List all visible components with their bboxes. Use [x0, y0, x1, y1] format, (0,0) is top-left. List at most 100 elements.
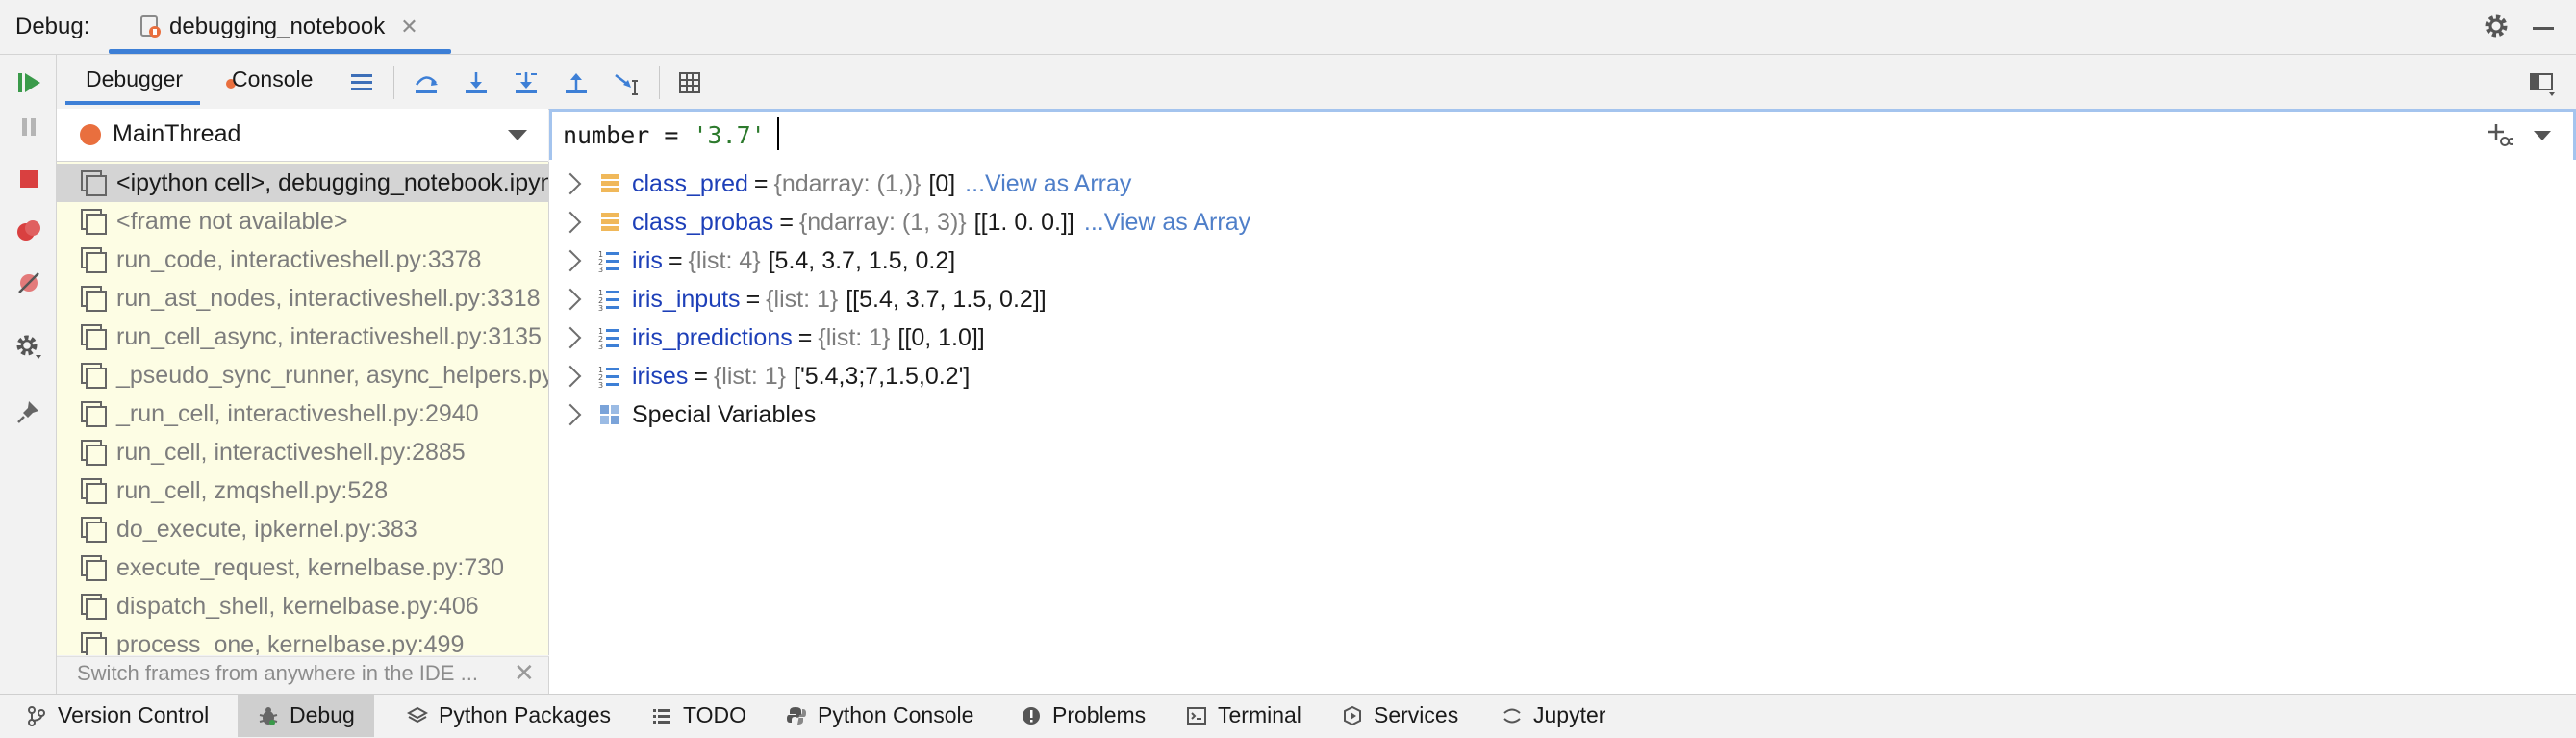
frame-item[interactable]: run_ast_nodes, interactiveshell.py:3318 [57, 279, 548, 318]
frame-item[interactable]: dispatch_shell, kernelbase.py:406 [57, 587, 548, 625]
step-into-icon[interactable] [461, 67, 492, 98]
frame-item[interactable]: process_one, kernelbase.py:499 [57, 625, 548, 655]
view-as-array-link[interactable]: ...View as Array [965, 170, 1131, 198]
frame-item[interactable]: _run_cell, interactiveshell.py:2940 [57, 394, 548, 433]
settings-gear-icon[interactable] [2482, 12, 2511, 40]
chevron-right-icon[interactable] [559, 172, 582, 195]
tab-label: Jupyter [1533, 702, 1606, 727]
tab-jupyter[interactable]: Jupyter [1491, 694, 1615, 737]
list-icon: 123 [597, 364, 622, 389]
frame-icon [78, 631, 107, 655]
chevron-right-icon[interactable] [559, 288, 582, 311]
expression-text[interactable]: number = '3.7' [563, 121, 766, 149]
tab-label: Version Control [58, 702, 210, 727]
variable-name: iris_predictions [632, 323, 793, 351]
chevron-right-icon[interactable] [559, 365, 582, 388]
frame-item[interactable]: run_code, interactiveshell.py:3378 [57, 241, 548, 279]
evaluate-expression-input[interactable] [549, 109, 2576, 163]
frame-icon [78, 323, 107, 350]
python-icon [785, 704, 808, 727]
frame-label: run_ast_nodes, interactiveshell.py:3318 [116, 284, 541, 312]
frame-item[interactable]: do_execute, ipkernel.py:383 [57, 510, 548, 548]
step-out-icon[interactable] [561, 67, 592, 98]
settings-icon[interactable] [14, 332, 43, 361]
frame-item[interactable]: execute_request, kernelbase.py:730 [57, 548, 548, 587]
variable-name: irises [632, 362, 689, 390]
frame-label: execute_request, kernelbase.py:730 [116, 553, 505, 581]
array-icon [597, 210, 622, 235]
evaluate-expression-icon[interactable] [674, 67, 705, 98]
resume-icon[interactable] [14, 68, 43, 97]
list-icon: 123 [597, 287, 622, 312]
close-icon[interactable]: ✕ [400, 14, 417, 39]
variable-type: {list: 1} [713, 362, 787, 390]
frame-item[interactable]: run_cell_async, interactiveshell.py:3135 [57, 318, 548, 356]
services-icon [1341, 704, 1364, 727]
frame-item[interactable]: <ipython cell>, debugging_notebook.ipynb [57, 164, 548, 202]
list-icon: 123 [597, 325, 622, 350]
left-debug-toolbar [0, 55, 57, 694]
chevron-right-icon[interactable] [559, 326, 582, 349]
minimize-icon[interactable] [2533, 27, 2554, 30]
chevron-down-icon[interactable] [508, 130, 527, 140]
tab-python-console[interactable]: Python Console [775, 694, 983, 737]
close-icon[interactable]: ✕ [514, 658, 535, 688]
chevron-down-icon[interactable] [2534, 131, 2551, 140]
frame-item[interactable]: <frame not available> [57, 202, 548, 241]
show-execution-point-icon[interactable] [346, 67, 377, 98]
view-breakpoints-icon[interactable] [14, 216, 43, 245]
tab-todo[interactable]: TODO [641, 694, 756, 737]
text-caret [777, 117, 779, 150]
special-variables-row[interactable]: Special Variables [549, 395, 816, 434]
frame-label: dispatch_shell, kernelbase.py:406 [116, 592, 479, 620]
variable-row[interactable]: 123 iris_predictions = {list: 1} [[0, 1.0]] [549, 318, 985, 357]
frame-label: run_cell_async, interactiveshell.py:3135 [116, 322, 542, 350]
frame-item[interactable]: _pseudo_sync_runner, async_helpers.py:78 [57, 356, 548, 394]
tab-debugger[interactable]: Debugger [86, 66, 183, 92]
svg-text:3: 3 [598, 304, 603, 312]
tab-problems[interactable]: Problems [1010, 694, 1155, 737]
tab-console[interactable]: Console [226, 66, 313, 92]
frame-item[interactable]: run_cell, interactiveshell.py:2885 [57, 433, 548, 471]
tab-terminal[interactable]: Terminal [1175, 694, 1311, 737]
thread-status-icon [80, 124, 101, 145]
array-icon [597, 171, 622, 196]
frame-label: do_execute, ipkernel.py:383 [116, 515, 417, 543]
frame-icon [78, 285, 107, 312]
stop-icon[interactable] [14, 165, 43, 193]
tab-python-packages[interactable]: Python Packages [396, 694, 620, 737]
step-into-my-code-icon[interactable] [511, 67, 542, 98]
debug-session-tab[interactable]: debugging_notebook ✕ [106, 0, 440, 54]
notebook-debug-icon [139, 14, 164, 39]
variable-equals: = [668, 246, 683, 274]
variable-type: {list: 4} [688, 246, 761, 274]
chevron-right-icon[interactable] [559, 403, 582, 426]
variable-row[interactable]: class_pred = {ndarray: (1,)} [0] ...View as … [549, 165, 1131, 203]
variable-row[interactable]: class_probas = {ndarray: (1, 3)} [[1. 0. 0.… [549, 203, 1250, 242]
variable-row[interactable]: 123 iris_inputs = {list: 1} [[5.4, 3.7, 1.5… [549, 280, 1047, 318]
variable-type: {list: 1} [766, 285, 839, 313]
mute-breakpoints-icon[interactable] [14, 268, 43, 297]
variable-row[interactable]: 123 irises = {list: 1} ['5.4,3;7,1.5,0.2'] [549, 357, 970, 395]
tab-services[interactable]: Services [1331, 694, 1468, 737]
frames-hint-text: Switch frames from anywhere in the IDE .… [77, 661, 478, 685]
layout-settings-icon[interactable] [2527, 67, 2558, 98]
tab-debug[interactable]: Debug [238, 694, 374, 737]
variable-name: class_probas [632, 208, 774, 236]
chevron-right-icon[interactable] [559, 211, 582, 234]
svg-text:3: 3 [598, 266, 603, 273]
variable-name: class_pred [632, 169, 748, 197]
thread-name: MainThread [113, 120, 241, 147]
pin-icon[interactable] [14, 397, 43, 426]
step-over-icon[interactable] [411, 67, 442, 98]
branch-icon [25, 704, 48, 727]
frame-label: run_code, interactiveshell.py:3378 [116, 245, 482, 273]
add-to-watches-icon[interactable] [2485, 120, 2513, 149]
chevron-right-icon[interactable] [559, 249, 582, 272]
variable-row[interactable]: 123 iris = {list: 4} [5.4, 3.7, 1.5, 0.2] [549, 242, 955, 280]
pause-icon[interactable] [14, 113, 43, 141]
frame-item[interactable]: run_cell, zmqshell.py:528 [57, 471, 548, 510]
run-to-cursor-icon[interactable] [611, 67, 642, 98]
view-as-array-link[interactable]: ...View as Array [1084, 209, 1250, 237]
tab-version-control[interactable]: Version Control [15, 694, 218, 737]
